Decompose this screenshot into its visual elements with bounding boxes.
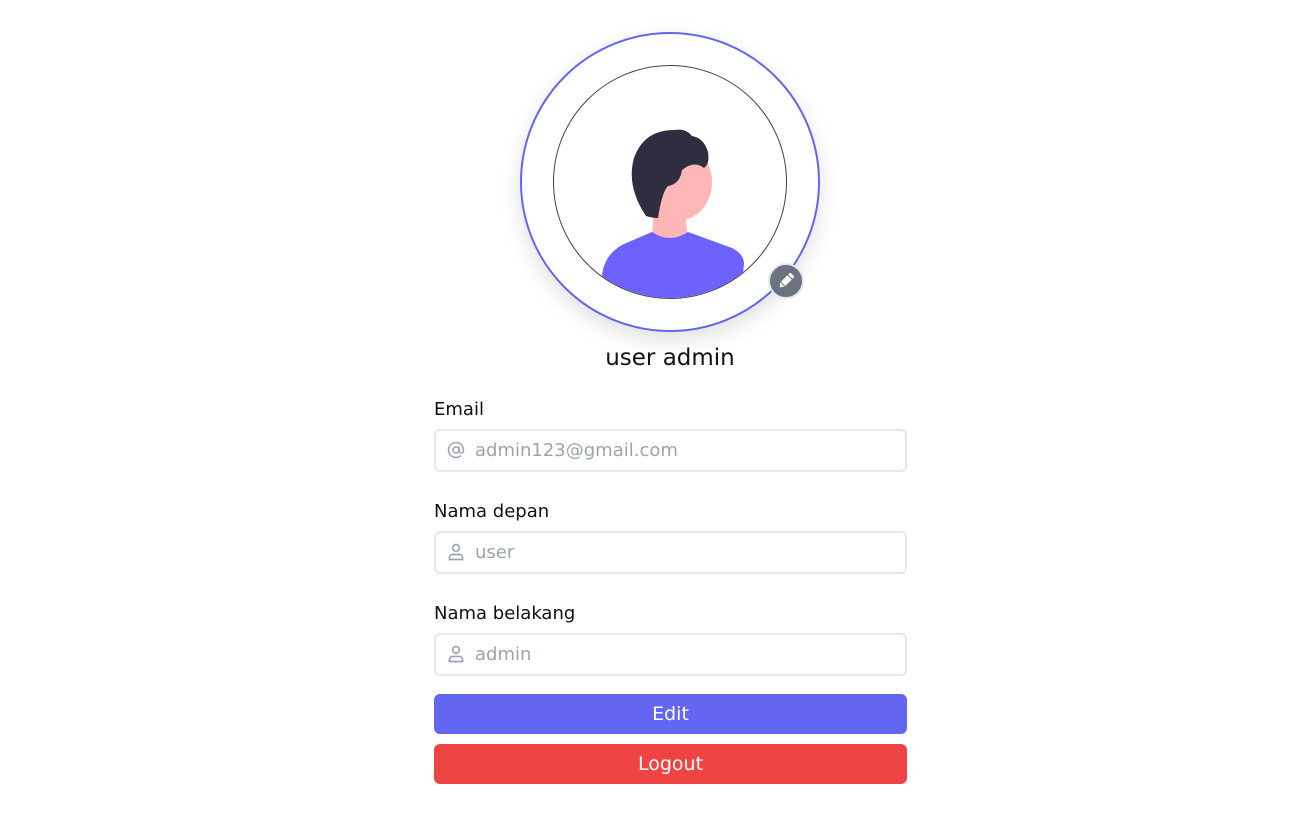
edit-avatar-button[interactable] [768,263,804,299]
first-name-label: Nama depan [434,501,550,522]
email-field-wrapper [434,429,907,472]
logout-button[interactable]: Logout [434,744,907,784]
first-name-field-wrapper [434,531,907,574]
email-group: Email [434,396,907,472]
profile-display-name: user admin [605,345,735,371]
edit-button[interactable]: Edit [434,694,907,734]
avatar [553,65,787,299]
last-name-field-wrapper [434,633,907,676]
user-icon [446,542,466,562]
email-input[interactable] [475,431,895,470]
last-name-input[interactable] [475,635,895,674]
at-sign-icon [446,440,466,460]
pencil-icon [779,272,795,288]
last-name-label: Nama belakang [434,603,576,624]
profile-page: user admin Email Nama depan [0,0,1307,814]
first-name-input[interactable] [475,533,895,572]
user-avatar-illustration [602,129,744,298]
last-name-group: Nama belakang [434,600,907,676]
email-label: Email [434,399,484,420]
profile-form: Email Nama depan [434,396,907,784]
user-icon [446,644,466,664]
first-name-group: Nama depan [434,498,907,574]
